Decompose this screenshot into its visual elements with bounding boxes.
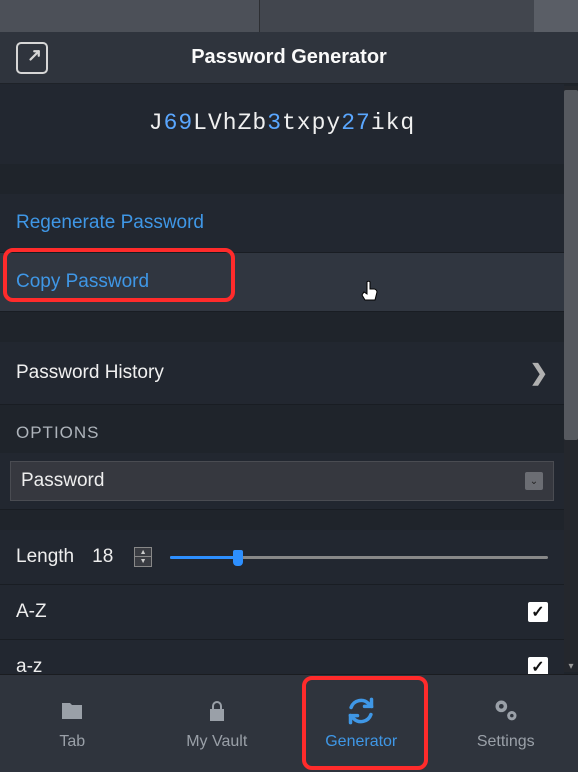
copy-password-button[interactable]: Copy Password xyxy=(0,253,564,312)
length-label: Length xyxy=(16,546,74,568)
tab-generator[interactable]: Generator xyxy=(289,675,434,772)
stepper-up-icon[interactable]: ▲ xyxy=(135,548,151,557)
lowercase-label: a-z xyxy=(16,656,42,674)
page-title: Password Generator xyxy=(16,46,562,69)
slider-fill xyxy=(170,556,238,559)
regenerate-button[interactable]: Regenerate Password xyxy=(0,194,564,253)
spacer xyxy=(0,164,564,194)
tab-vault-label: My Vault xyxy=(186,733,247,751)
chevron-right-icon: ❯ xyxy=(530,360,548,386)
tab-tab[interactable]: Tab xyxy=(0,675,145,772)
tab-tab-label: Tab xyxy=(59,733,85,751)
uppercase-checkbox[interactable]: ✓ xyxy=(528,602,548,622)
uppercase-row[interactable]: A-Z ✓ xyxy=(0,584,564,639)
header: Password Generator xyxy=(0,32,578,84)
bottom-tabbar: Tab My Vault Generator Settings xyxy=(0,674,578,772)
password-history-label: Password History xyxy=(16,362,164,384)
scroll-area: ▴ ▾ J69LVhZb3txpy27ikq Regenerate Passwo… xyxy=(0,84,578,674)
type-select-value: Password xyxy=(21,470,104,492)
browser-tab-strip xyxy=(0,0,578,32)
stepper-down-icon[interactable]: ▼ xyxy=(135,557,151,566)
length-slider[interactable] xyxy=(170,547,548,567)
tab-vault[interactable]: My Vault xyxy=(145,675,290,772)
type-select[interactable]: Password ⌄ xyxy=(10,461,554,501)
gears-icon xyxy=(491,697,521,725)
length-value: 18 xyxy=(92,546,116,568)
folder-icon xyxy=(57,697,87,725)
lowercase-row[interactable]: a-z ✓ xyxy=(0,639,564,674)
password-history-row[interactable]: Password History ❯ xyxy=(0,342,564,405)
slider-thumb[interactable] xyxy=(233,550,243,566)
length-row: Length 18 ▲ ▼ xyxy=(0,510,564,584)
tab-generator-label: Generator xyxy=(325,733,397,751)
browser-close-area[interactable] xyxy=(534,0,578,32)
scrollbar-thumb[interactable] xyxy=(564,90,578,440)
refresh-icon xyxy=(346,697,376,725)
type-select-row: Password ⌄ xyxy=(0,453,564,510)
spacer xyxy=(0,312,564,342)
lowercase-checkbox[interactable]: ✓ xyxy=(528,657,548,674)
tab-settings[interactable]: Settings xyxy=(434,675,578,772)
uppercase-label: A-Z xyxy=(16,601,47,623)
options-section-label: OPTIONS xyxy=(0,405,564,453)
tab-settings-label: Settings xyxy=(477,733,535,751)
chevron-down-icon: ⌄ xyxy=(525,472,543,490)
lock-icon xyxy=(202,697,232,725)
length-stepper[interactable]: ▲ ▼ xyxy=(134,547,152,567)
browser-tab[interactable] xyxy=(0,0,260,32)
password-display: J69LVhZb3txpy27ikq xyxy=(0,84,564,164)
scroll-down-arrow[interactable]: ▾ xyxy=(564,660,578,674)
